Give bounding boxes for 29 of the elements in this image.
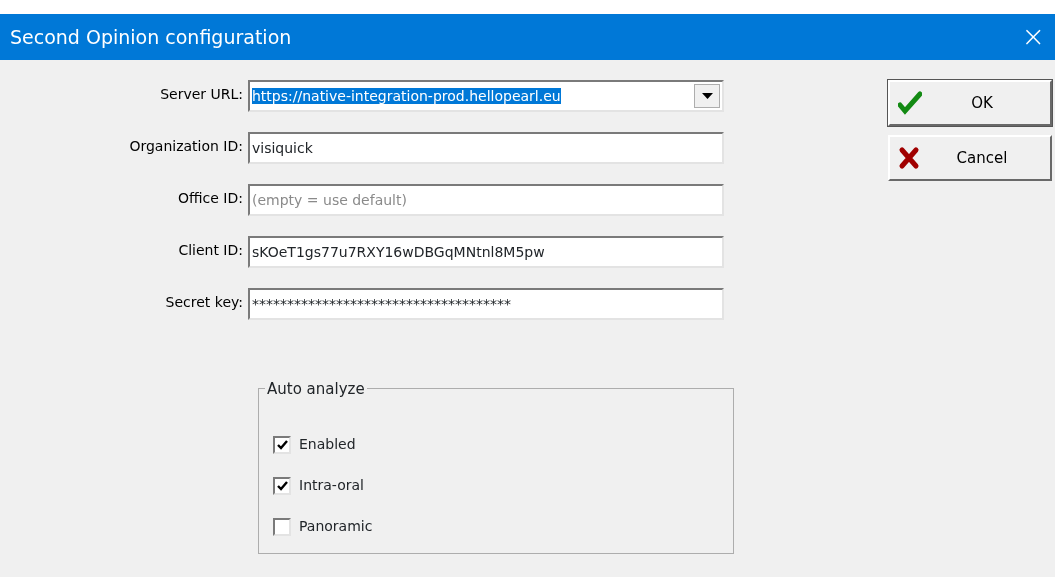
field-value: https://native-integration-prod.hellopearl.eu bbox=[252, 87, 561, 104]
checkbox-label[interactable]: Panoramic bbox=[299, 516, 373, 537]
checkbox[interactable] bbox=[273, 435, 291, 454]
field-value: visiquick bbox=[252, 139, 313, 156]
field-label: Client ID: bbox=[177, 241, 244, 260]
field-value: sKOeT1gs77u7RXY16wDBGqMNtnl8M5pw bbox=[252, 243, 545, 260]
checkbox-label[interactable]: Intra-oral bbox=[299, 475, 364, 496]
checkbox[interactable] bbox=[273, 517, 291, 536]
checkmark-icon bbox=[276, 480, 288, 491]
field-label: Organization ID: bbox=[128, 137, 244, 156]
input-field[interactable]: sKOeT1gs77u7RXY16wDBGqMNtnl8M5pw bbox=[248, 236, 724, 268]
url-combo-box[interactable]: https://native-integration-prod.hellopearl.eu bbox=[248, 80, 724, 112]
window-title: Second Opinion configuration bbox=[10, 24, 292, 50]
dropdown-arrow-icon bbox=[701, 93, 713, 99]
dropdown-button[interactable] bbox=[694, 84, 720, 108]
field-value: ************************************* bbox=[252, 295, 511, 312]
checkbox-label[interactable]: Enabled bbox=[299, 434, 356, 455]
close-button[interactable]: × bbox=[1021, 23, 1045, 51]
input-field[interactable]: visiquick bbox=[248, 132, 724, 164]
checkbox[interactable] bbox=[273, 476, 291, 495]
check-icon bbox=[898, 91, 922, 115]
input-field[interactable]: (empty = use default) bbox=[248, 184, 724, 216]
checkmark-icon bbox=[276, 439, 288, 450]
field-label: Office ID: bbox=[177, 189, 244, 208]
ok-button[interactable]: OK bbox=[888, 80, 1052, 126]
cancel-button[interactable]: Cancel bbox=[888, 135, 1052, 181]
field-label: Server URL: bbox=[159, 85, 244, 104]
field-label: Secret key: bbox=[164, 293, 244, 312]
input-field[interactable]: ************************************* bbox=[248, 288, 724, 320]
